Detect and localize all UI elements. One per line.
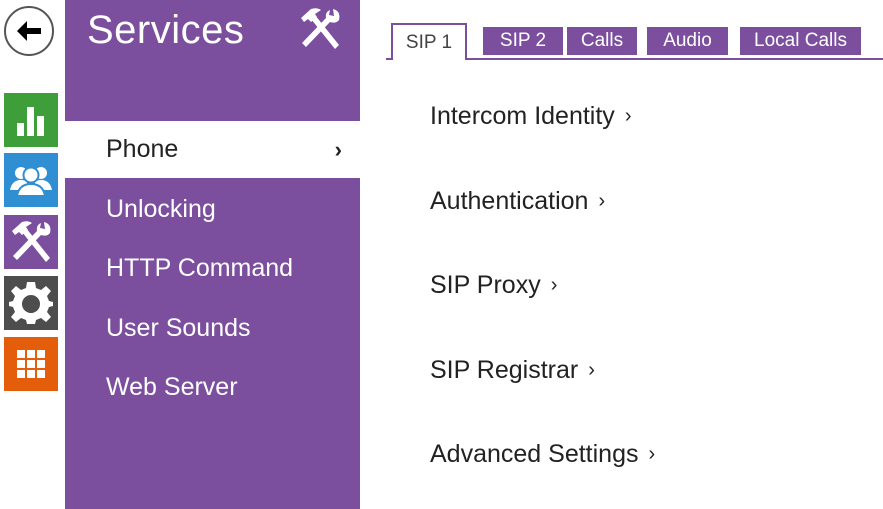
nav-tile-status[interactable] bbox=[4, 93, 58, 147]
panel-title: Services bbox=[87, 8, 245, 52]
chevron-right-icon: › bbox=[550, 274, 558, 296]
grid-icon bbox=[17, 350, 45, 378]
section-label: SIP Proxy bbox=[430, 271, 541, 299]
section-label: Intercom Identity bbox=[430, 102, 615, 130]
tab-bar: SIP 1 SIP 2 Calls Audio Local Calls bbox=[386, 23, 883, 60]
menu-item-label: HTTP Command bbox=[106, 254, 294, 282]
back-button[interactable] bbox=[4, 6, 54, 56]
nav-tile-system[interactable] bbox=[4, 337, 58, 391]
chevron-right-icon: › bbox=[648, 443, 656, 465]
users-icon bbox=[10, 166, 52, 197]
section-label: SIP Registrar bbox=[430, 356, 579, 384]
nav-tile-directory[interactable] bbox=[4, 153, 58, 207]
gear-icon bbox=[9, 282, 53, 324]
menu-item-unlocking[interactable]: Unlocking bbox=[65, 181, 360, 238]
tab-sip-2[interactable]: SIP 2 bbox=[483, 27, 563, 55]
menu-item-web-server[interactable]: Web Server bbox=[65, 359, 360, 416]
services-menu: Phone › Unlocking HTTP Command User Soun… bbox=[65, 121, 360, 419]
menu-item-label: Phone bbox=[106, 135, 179, 163]
hammer-wrench-icon bbox=[12, 221, 51, 262]
menu-item-label: Unlocking bbox=[106, 194, 216, 223]
nav-tile-services[interactable] bbox=[4, 215, 58, 269]
section-intercom-identity[interactable]: Intercom Identity › bbox=[430, 102, 631, 131]
bar-chart-icon bbox=[17, 107, 44, 136]
section-label: Advanced Settings bbox=[430, 440, 639, 468]
menu-item-http-command[interactable]: HTTP Command bbox=[65, 240, 360, 297]
tab-local-calls[interactable]: Local Calls bbox=[740, 27, 861, 55]
chevron-right-icon: › bbox=[588, 359, 595, 381]
section-sip-registrar[interactable]: SIP Registrar › bbox=[430, 356, 595, 385]
section-label: Authentication bbox=[430, 187, 589, 215]
section-authentication[interactable]: Authentication › bbox=[430, 187, 605, 216]
menu-item-user-sounds[interactable]: User Sounds bbox=[65, 300, 360, 357]
section-sip-proxy[interactable]: SIP Proxy › bbox=[430, 271, 557, 300]
chevron-right-icon: › bbox=[598, 190, 606, 212]
hammer-wrench-icon bbox=[295, 6, 345, 57]
section-advanced-settings[interactable]: Advanced Settings › bbox=[430, 440, 655, 469]
arrow-left-icon bbox=[17, 21, 41, 41]
chevron-right-icon: › bbox=[334, 136, 342, 162]
tab-audio[interactable]: Audio bbox=[647, 27, 728, 55]
services-panel: Services Phone › Unlocking HTTP Command … bbox=[65, 0, 360, 509]
menu-item-label: User Sounds bbox=[106, 313, 251, 342]
tab-calls[interactable]: Calls bbox=[567, 27, 637, 55]
menu-item-phone[interactable]: Phone › bbox=[65, 121, 360, 178]
nav-tile-hardware[interactable] bbox=[4, 276, 58, 330]
menu-item-label: Web Server bbox=[106, 373, 238, 401]
chevron-right-icon: › bbox=[624, 105, 632, 127]
tab-sip-1[interactable]: SIP 1 bbox=[391, 23, 467, 60]
